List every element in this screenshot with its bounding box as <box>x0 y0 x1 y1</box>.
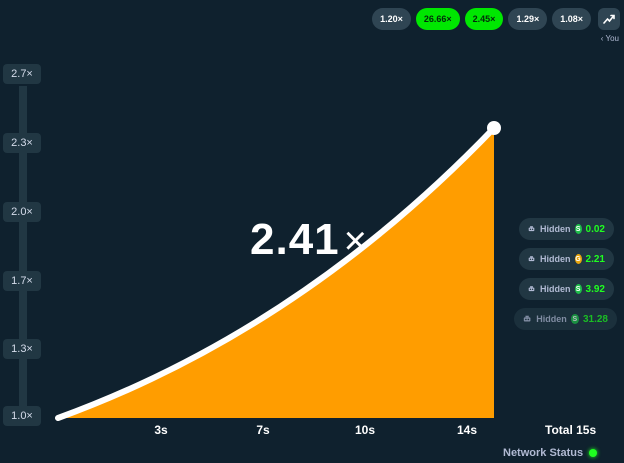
current-multiplier: 2.41 × <box>250 215 368 265</box>
player-cashout: Hidden G 2.21 <box>519 248 614 270</box>
currency-coin-icon: S <box>574 284 582 294</box>
player-cashout: Hidden S 3.92 <box>519 278 614 300</box>
hidden-user-icon <box>528 286 535 292</box>
player-amount: 3.92 <box>585 283 605 295</box>
currency-coin-icon: S <box>570 314 579 324</box>
hidden-user-icon <box>523 315 531 322</box>
hidden-user-icon <box>528 226 535 232</box>
player-amount: 31.28 <box>582 313 608 325</box>
player-amount: 2.21 <box>585 253 605 265</box>
player-name: Hidden <box>540 284 571 294</box>
currency-coin-icon: G <box>574 254 582 264</box>
player-cashout: Hidden S 31.28 <box>514 308 617 330</box>
player-name: Hidden <box>540 254 571 264</box>
x-axis-label: 3s <box>154 423 168 437</box>
player-name: Hidden <box>536 314 567 324</box>
hidden-user-icon <box>528 256 535 262</box>
total-time-label: Total 15s <box>545 423 597 437</box>
curve-head-dot <box>487 121 501 135</box>
player-name: Hidden <box>540 224 571 234</box>
curve-fill-area <box>58 128 494 418</box>
network-status-label: Network Status <box>503 447 584 459</box>
x-axis-label: 14s <box>456 423 478 437</box>
cashed-out-players-list: Hidden S 0.02 Hidden G 2.21 Hidden S 3.9… <box>514 218 617 338</box>
x-axis-label: 7s <box>256 423 270 437</box>
player-amount: 0.02 <box>585 223 605 235</box>
current-multiplier-value: 2.41 <box>250 215 340 264</box>
network-status[interactable]: Network Status <box>503 447 598 459</box>
currency-coin-icon: S <box>574 224 582 234</box>
player-cashout: Hidden S 0.02 <box>519 218 614 240</box>
multiplier-symbol: × <box>343 219 368 263</box>
network-status-indicator-icon <box>589 449 598 457</box>
x-axis-label: 10s <box>354 423 376 437</box>
